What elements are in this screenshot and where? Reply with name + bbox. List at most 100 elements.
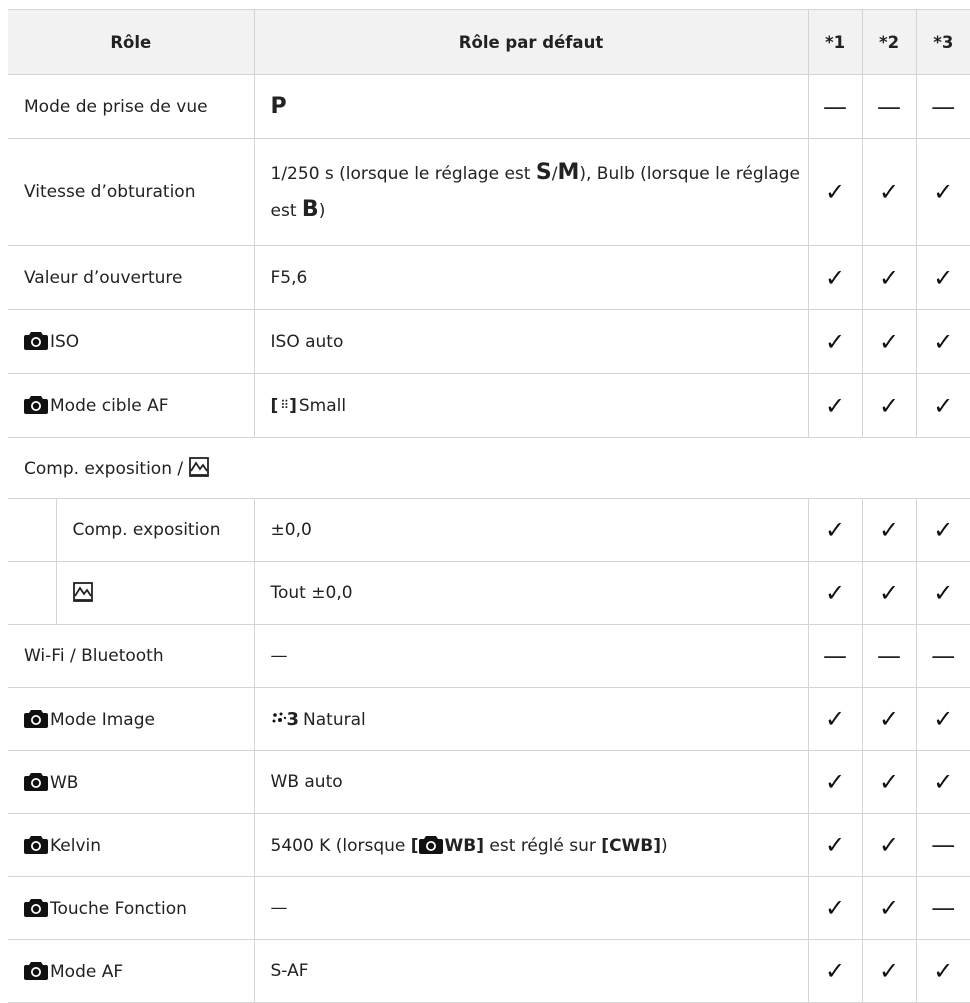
indent-cell	[8, 561, 56, 625]
camera-icon	[24, 898, 48, 917]
mark-check: ✓	[915, 939, 970, 1003]
mode-b-label: B	[301, 197, 319, 222]
row-value: ±0,0	[253, 498, 809, 562]
sparkle-icon	[272, 712, 286, 722]
row-name-cell: WB	[8, 750, 255, 814]
row-name: WB	[50, 772, 79, 793]
row-name-cell: Mode AF	[8, 939, 255, 1003]
row-name: Mode cible AF	[50, 396, 169, 416]
table-row: ISO ISO auto ✓ ✓ ✓	[8, 309, 970, 374]
mark-check: ✓	[861, 245, 917, 310]
text-part: 5400 K (lorsque	[270, 835, 411, 856]
row-name-cell: ISO	[8, 309, 255, 374]
text-part: WB]	[444, 835, 485, 856]
row-value: —	[253, 624, 809, 688]
text-part: est réglé sur	[484, 835, 602, 856]
camera-icon	[24, 772, 48, 791]
table-row: Kelvin 5400 K (lorsque [WB] est réglé su…	[8, 813, 970, 877]
table-row: Comp. exposition ±0,0 ✓ ✓ ✓	[8, 498, 970, 562]
mark-check: ✓	[807, 687, 863, 751]
header-default: Rôle par défaut	[253, 9, 809, 75]
table-row: Touche Fonction — ✓ ✓ —	[8, 876, 970, 940]
text-part: [CWB]	[601, 835, 662, 856]
af-target-small-icon: ⠿	[280, 397, 290, 412]
row-name: Wi-Fi / Bluetooth	[8, 624, 255, 688]
mark-dash: —	[807, 74, 863, 139]
row-value: P	[253, 74, 809, 139]
row-name: Mode AF	[50, 961, 124, 982]
mark-check: ✓	[861, 813, 917, 877]
mark-check: ✓	[807, 498, 863, 562]
mark-dash: —	[861, 624, 917, 688]
camera-icon	[24, 395, 48, 414]
row-name: ISO	[50, 332, 80, 352]
row-value: WB auto	[253, 750, 809, 814]
mark-check: ✓	[861, 373, 917, 438]
mark-check: ✓	[915, 561, 970, 625]
mark-check: ✓	[915, 373, 970, 438]
header-role: Rôle	[8, 9, 255, 75]
section-title-cell: Comp. exposition /	[8, 437, 970, 499]
camera-icon	[24, 961, 48, 980]
table-row: WB WB auto ✓ ✓ ✓	[8, 750, 970, 814]
table-row: Mode de prise de vue P — — —	[8, 74, 970, 139]
mark-check: ✓	[807, 939, 863, 1003]
text-part: )	[661, 835, 668, 856]
mark-check: ✓	[807, 813, 863, 877]
mode-m-label: M	[557, 160, 580, 185]
row-value: Small	[298, 395, 347, 416]
mark-check: ✓	[807, 245, 863, 310]
mark-check: ✓	[807, 876, 863, 940]
row-value: 1/250 s (lorsque le réglage est S/M), Bu…	[253, 138, 809, 246]
settings-table: Rôle Rôle par défaut *1 *2 *3 Mode de pr…	[8, 9, 970, 1003]
row-value: —	[253, 876, 809, 940]
table-row: Vitesse d’obturation 1/250 s (lorsque le…	[8, 138, 970, 246]
mark-check: ✓	[861, 138, 917, 246]
picture-mode-number: 3	[286, 708, 300, 730]
row-name-cell	[55, 561, 255, 625]
camera-icon	[24, 331, 48, 350]
mark-check: ✓	[861, 687, 917, 751]
mark-check: ✓	[861, 750, 917, 814]
mark-check: ✓	[915, 138, 970, 246]
row-name-cell: Mode Image	[8, 687, 255, 751]
mark-check: ✓	[915, 687, 970, 751]
mark-dash: —	[915, 813, 970, 877]
mark-dash: —	[915, 624, 970, 688]
mark-check: ✓	[915, 498, 970, 562]
table-row: Tout ±0,0 ✓ ✓ ✓	[8, 561, 970, 625]
row-name-cell: Kelvin	[8, 813, 255, 877]
exposure-comp-icon	[189, 457, 209, 477]
indent-cell	[8, 498, 56, 562]
text-part: )	[318, 201, 326, 221]
text-part: 1/250 s (lorsque le réglage est	[270, 164, 536, 184]
mark-check: ✓	[861, 498, 917, 562]
section-row: Comp. exposition /	[8, 437, 970, 499]
mark-dash: —	[915, 74, 970, 139]
mark-check: ✓	[861, 876, 917, 940]
af-frame-close: ]	[289, 395, 299, 416]
mark-check: ✓	[807, 750, 863, 814]
row-name: Vitesse d’obturation	[8, 138, 255, 246]
camera-icon	[24, 835, 48, 854]
row-value-cell: 3 Natural	[253, 687, 809, 751]
table-row: Mode AF S-AF ✓ ✓ ✓	[8, 939, 970, 1003]
row-name: Mode de prise de vue	[8, 74, 255, 139]
section-title: Comp. exposition /	[24, 459, 189, 479]
mark-dash: —	[807, 624, 863, 688]
mark-dash: —	[915, 876, 970, 940]
row-name: Mode Image	[50, 709, 155, 730]
mark-check: ✓	[807, 373, 863, 438]
header-col3: *3	[915, 9, 970, 75]
mode-s-label: S	[535, 160, 552, 185]
header-row: Rôle Rôle par défaut *1 *2 *3	[8, 9, 970, 75]
mark-check: ✓	[915, 309, 970, 374]
row-name: Kelvin	[50, 835, 102, 856]
row-name-cell: Mode cible AF	[8, 373, 255, 438]
mode-p-label: P	[270, 94, 287, 119]
row-value: F5,6	[253, 245, 809, 310]
mark-check: ✓	[807, 561, 863, 625]
row-value-cell: [⠿]Small	[253, 373, 809, 438]
header-col1: *1	[807, 9, 863, 75]
mark-check: ✓	[807, 138, 863, 246]
